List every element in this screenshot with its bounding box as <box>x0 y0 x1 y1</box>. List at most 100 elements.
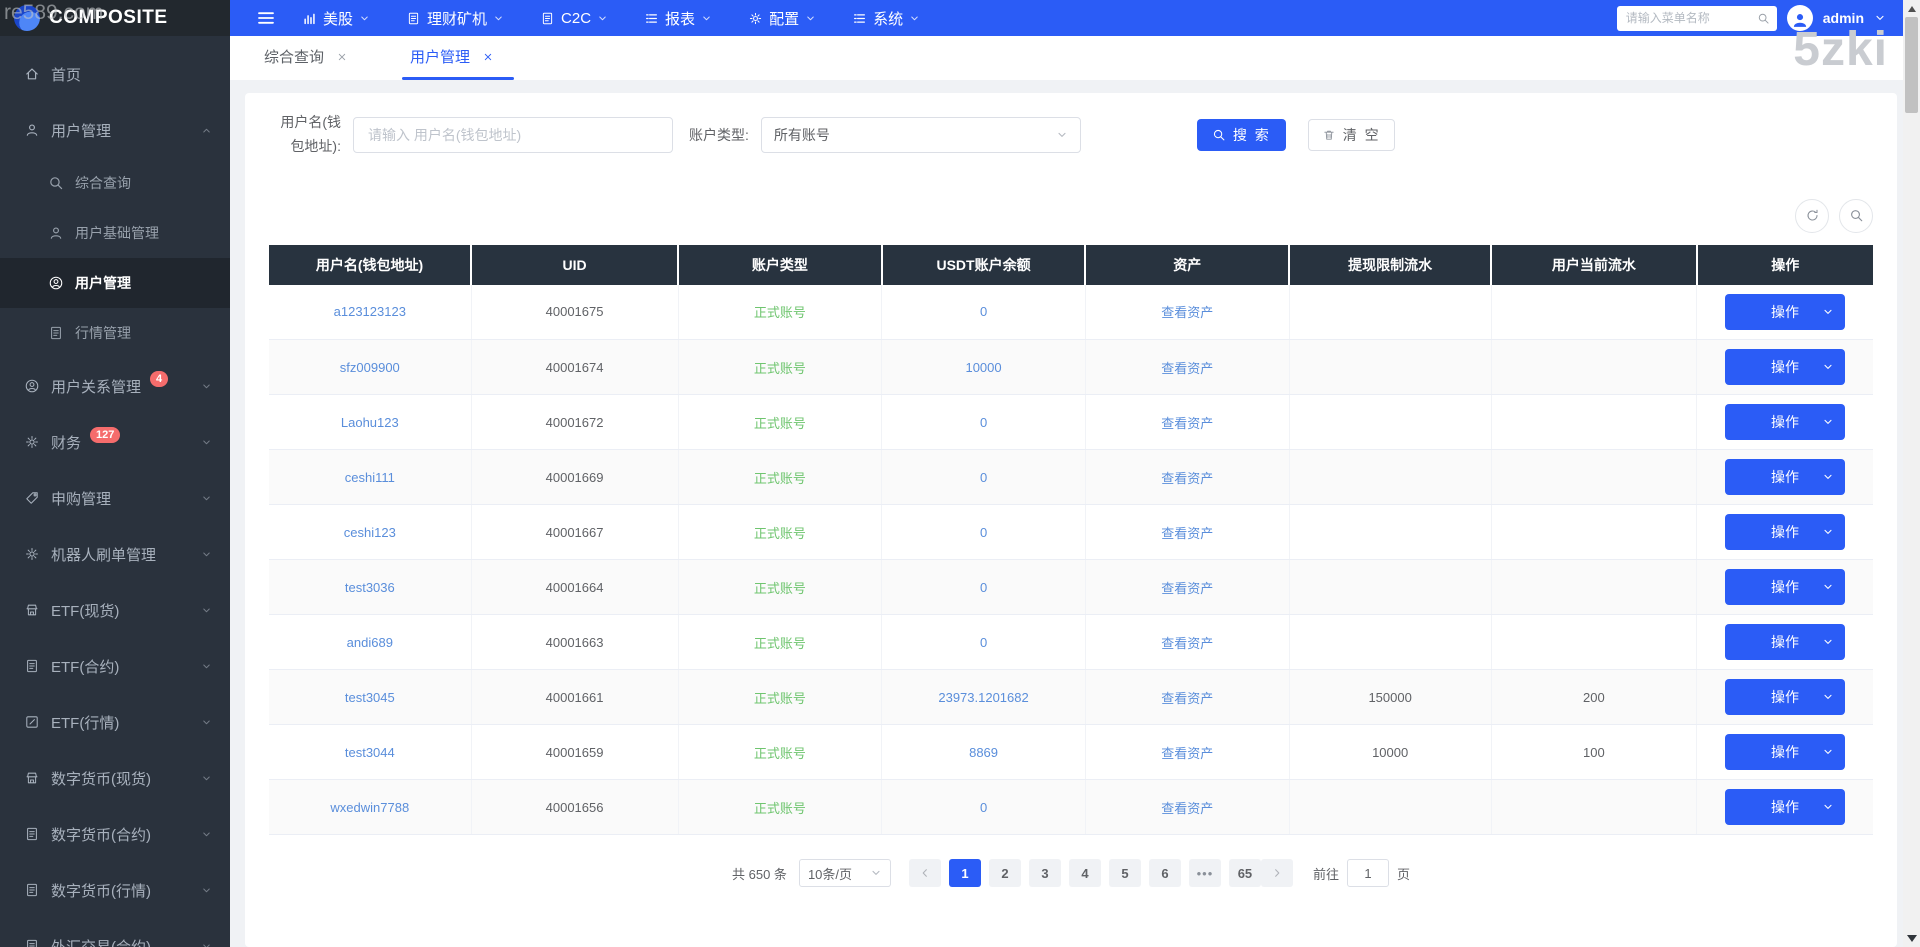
view-assets-link[interactable]: 查看资产 <box>1161 416 1213 431</box>
view-assets-link[interactable]: 查看资产 <box>1161 361 1213 376</box>
account-type-select[interactable]: 所有账号 <box>761 117 1081 153</box>
sidebar-item-首页[interactable]: 首页 <box>0 46 230 102</box>
username-link[interactable]: Laohu123 <box>341 415 399 430</box>
usdt-balance-link[interactable]: 0 <box>980 304 987 319</box>
sidebar-item-用户基础管理[interactable]: 用户基础管理 <box>0 208 230 258</box>
withdraw-limit-cell <box>1289 395 1491 450</box>
username[interactable]: admin <box>1823 10 1864 26</box>
sidebar-item-申购管理[interactable]: 申购管理 <box>0 470 230 526</box>
action-dropdown-button[interactable]: 操作 <box>1725 569 1845 605</box>
action-dropdown-button[interactable]: 操作 <box>1725 294 1845 330</box>
page-button-65[interactable]: 65 <box>1229 859 1261 887</box>
prev-page-button[interactable] <box>909 859 941 887</box>
page-button-1[interactable]: 1 <box>949 859 981 887</box>
close-icon[interactable] <box>482 51 494 63</box>
usdt-balance-link[interactable]: 8869 <box>969 745 998 760</box>
sidebar-item-数字货币(现货)[interactable]: 数字货币(现货) <box>0 750 230 806</box>
sidebar-item-行情管理[interactable]: 行情管理 <box>0 308 230 358</box>
nav-item-系统[interactable]: 系统 <box>852 8 920 29</box>
menu-search-box[interactable] <box>1617 6 1777 31</box>
action-dropdown-button[interactable]: 操作 <box>1725 514 1845 550</box>
sidebar-item-财务[interactable]: 财务127 <box>0 414 230 470</box>
withdraw-limit-cell <box>1289 450 1491 505</box>
username-filter-field[interactable] <box>353 117 673 153</box>
sidebar-item-数字货币(合约)[interactable]: 数字货币(合约) <box>0 806 230 862</box>
refresh-button[interactable] <box>1795 199 1829 233</box>
hamburger-menu-icon[interactable] <box>256 8 276 28</box>
current-flow-cell <box>1491 285 1696 340</box>
scrollbar[interactable] <box>1903 0 1920 947</box>
page-button-5[interactable]: 5 <box>1109 859 1141 887</box>
sidebar-item-ETF(现货)[interactable]: ETF(现货) <box>0 582 230 638</box>
page-button-4[interactable]: 4 <box>1069 859 1101 887</box>
page-button-6[interactable]: 6 <box>1149 859 1181 887</box>
refresh-icon <box>1805 208 1820 223</box>
view-assets-link[interactable]: 查看资产 <box>1161 691 1213 706</box>
view-assets-link[interactable]: 查看资产 <box>1161 581 1213 596</box>
sidebar-item-用户关系管理[interactable]: 用户关系管理4 <box>0 358 230 414</box>
action-dropdown-button[interactable]: 操作 <box>1725 624 1845 660</box>
sidebar-item-用户管理[interactable]: 用户管理 <box>0 258 230 308</box>
username-link[interactable]: ceshi111 <box>345 470 395 485</box>
username-link[interactable]: sfz009900 <box>340 360 400 375</box>
username-link[interactable]: test3044 <box>345 745 395 760</box>
sidebar-item-数字货币(行情)[interactable]: 数字货币(行情) <box>0 862 230 918</box>
username-link[interactable]: ceshi123 <box>344 525 396 540</box>
scroll-up-arrow[interactable] <box>1903 0 1920 17</box>
scrollbar-thumb[interactable] <box>1905 17 1918 113</box>
usdt-balance-link[interactable]: 23973.1201682 <box>938 690 1028 705</box>
tab-综合查询[interactable]: 综合查询 <box>262 46 350 80</box>
menu-search-input[interactable] <box>1624 10 1753 26</box>
sidebar-item-ETF(行情)[interactable]: ETF(行情) <box>0 694 230 750</box>
page-button-2[interactable]: 2 <box>989 859 1021 887</box>
view-assets-link[interactable]: 查看资产 <box>1161 801 1213 816</box>
action-dropdown-button[interactable]: 操作 <box>1725 404 1845 440</box>
goto-page-input[interactable] <box>1347 859 1389 887</box>
sidebar-item-综合查询[interactable]: 综合查询 <box>0 158 230 208</box>
sidebar-item-用户管理[interactable]: 用户管理 <box>0 102 230 158</box>
next-page-button[interactable] <box>1261 859 1293 887</box>
view-assets-link[interactable]: 查看资产 <box>1161 305 1213 320</box>
tab-用户管理[interactable]: 用户管理 <box>408 46 496 80</box>
clear-button[interactable]: 清 空 <box>1308 119 1395 151</box>
username-link[interactable]: test3045 <box>345 690 395 705</box>
view-assets-link[interactable]: 查看资产 <box>1161 636 1213 651</box>
nav-item-理财矿机[interactable]: 理财矿机 <box>406 8 504 29</box>
username-link[interactable]: wxedwin7788 <box>330 800 409 815</box>
username-link[interactable]: a123123123 <box>334 304 406 319</box>
username-link[interactable]: test3036 <box>345 580 395 595</box>
view-assets-link[interactable]: 查看资产 <box>1161 471 1213 486</box>
nav-item-美股[interactable]: 美股 <box>302 8 370 29</box>
search-button[interactable]: 搜 索 <box>1197 119 1286 151</box>
scroll-down-arrow[interactable] <box>1903 930 1920 947</box>
action-dropdown-button[interactable]: 操作 <box>1725 789 1845 825</box>
avatar[interactable] <box>1787 5 1813 31</box>
view-assets-link[interactable]: 查看资产 <box>1161 526 1213 541</box>
table-search-button[interactable] <box>1839 199 1873 233</box>
usdt-balance-link[interactable]: 0 <box>980 415 987 430</box>
usdt-balance-link[interactable]: 0 <box>980 635 987 650</box>
usdt-balance-link[interactable]: 0 <box>980 580 987 595</box>
username-filter-input[interactable] <box>366 126 660 144</box>
view-assets-link[interactable]: 查看资产 <box>1161 746 1213 761</box>
close-icon[interactable] <box>336 51 348 63</box>
action-dropdown-button[interactable]: 操作 <box>1725 349 1845 385</box>
usdt-balance-link[interactable]: 0 <box>980 525 987 540</box>
nav-item-配置[interactable]: 配置 <box>748 8 816 29</box>
page-size-select[interactable]: 10条/页 <box>799 859 891 887</box>
page-button-3[interactable]: 3 <box>1029 859 1061 887</box>
page-ellipsis[interactable]: ••• <box>1189 859 1221 887</box>
nav-item-报表[interactable]: 报表 <box>644 8 712 29</box>
usdt-balance-link[interactable]: 0 <box>980 800 987 815</box>
action-dropdown-button[interactable]: 操作 <box>1725 679 1845 715</box>
sidebar-item-机器人刷单管理[interactable]: 机器人刷单管理 <box>0 526 230 582</box>
sidebar-item-ETF(合约)[interactable]: ETF(合约) <box>0 638 230 694</box>
action-dropdown-button[interactable]: 操作 <box>1725 459 1845 495</box>
action-dropdown-button[interactable]: 操作 <box>1725 734 1845 770</box>
usdt-balance-link[interactable]: 0 <box>980 470 987 485</box>
chevron-down-icon[interactable] <box>1874 12 1886 24</box>
sidebar-item-外汇交易(合约)[interactable]: 外汇交易(合约) <box>0 918 230 947</box>
nav-item-C2C[interactable]: C2C <box>540 10 608 27</box>
usdt-balance-link[interactable]: 10000 <box>965 360 1001 375</box>
username-link[interactable]: andi689 <box>347 635 393 650</box>
